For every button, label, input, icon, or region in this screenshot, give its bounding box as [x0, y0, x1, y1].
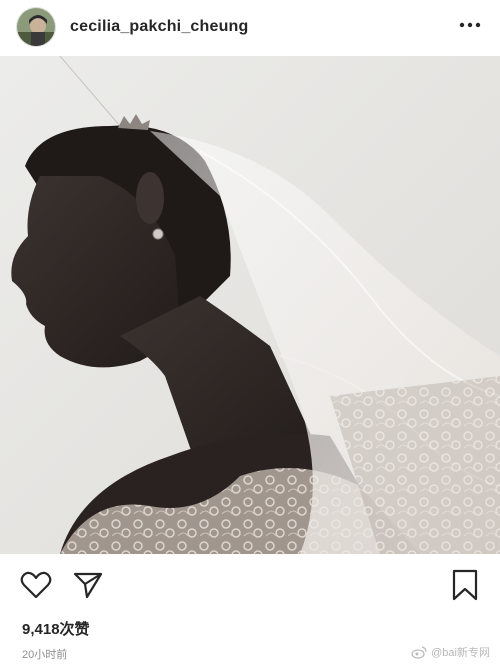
username-link[interactable]: cecilia_pakchi_cheung [70, 18, 249, 36]
post-photo[interactable] [0, 56, 500, 554]
more-options-icon[interactable] [458, 18, 482, 32]
paper-plane-icon[interactable] [72, 570, 104, 600]
likes-count[interactable]: 9,418次赞 [22, 618, 90, 639]
bookmark-icon[interactable] [450, 568, 480, 602]
weibo-icon [411, 646, 427, 659]
user-avatar[interactable] [16, 7, 56, 47]
avatar-image [17, 8, 55, 46]
post-header: cecilia_pakchi_cheung [0, 0, 500, 54]
watermark-text: @bai新专网 [431, 647, 490, 659]
weibo-watermark: @bai新专网 [411, 644, 490, 660]
bride-photo [0, 56, 500, 554]
heart-icon[interactable] [20, 570, 52, 600]
post-timestamp: 20小时前 [22, 649, 68, 661]
post-action-bar [0, 554, 500, 610]
